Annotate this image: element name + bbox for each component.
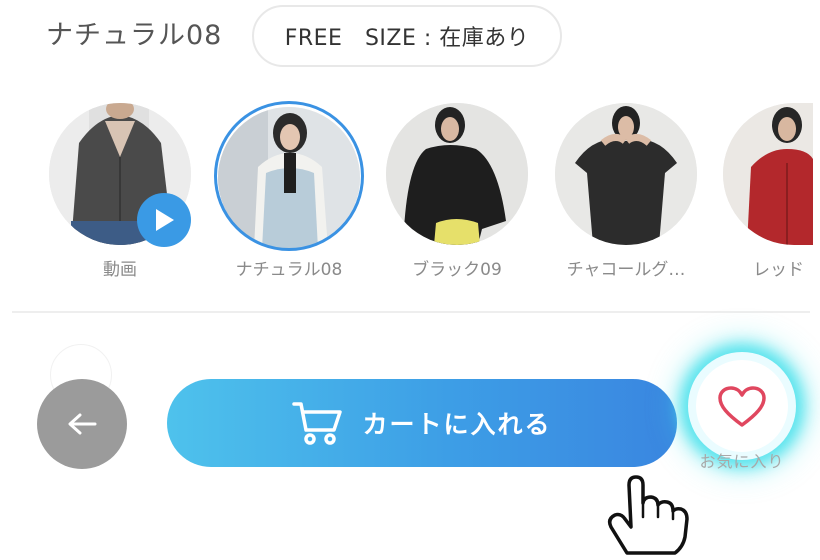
cart-icon	[292, 402, 343, 445]
swatch-image	[386, 103, 528, 245]
selected-swatch-ring	[214, 101, 364, 251]
swatch-image	[723, 103, 813, 245]
swatch-label: レッド	[753, 260, 804, 280]
pointing-hand-icon	[607, 475, 689, 555]
swatch-label: 動画	[103, 260, 137, 280]
add-to-cart-label: カートに入れる	[362, 410, 552, 439]
selected-color-name: ナチュラル08	[46, 20, 223, 51]
swatch-label: ブラック09	[412, 260, 502, 280]
play-icon[interactable]	[137, 193, 191, 247]
swatch-label: チャコールグ…	[566, 260, 686, 280]
favorite-label: お気に入り	[699, 452, 785, 471]
back-button[interactable]	[37, 379, 127, 469]
swatch-image	[555, 103, 697, 245]
add-to-cart-button[interactable]: カートに入れる	[167, 379, 677, 467]
section-divider	[12, 311, 810, 313]
favorite-button[interactable]	[696, 360, 788, 452]
size-stock-pill[interactable]: FREE SIZE : 在庫あり	[252, 5, 562, 67]
arrow-left-icon	[68, 413, 97, 435]
heart-icon	[718, 386, 766, 427]
swatch-label: ナチュラル08	[235, 260, 343, 280]
